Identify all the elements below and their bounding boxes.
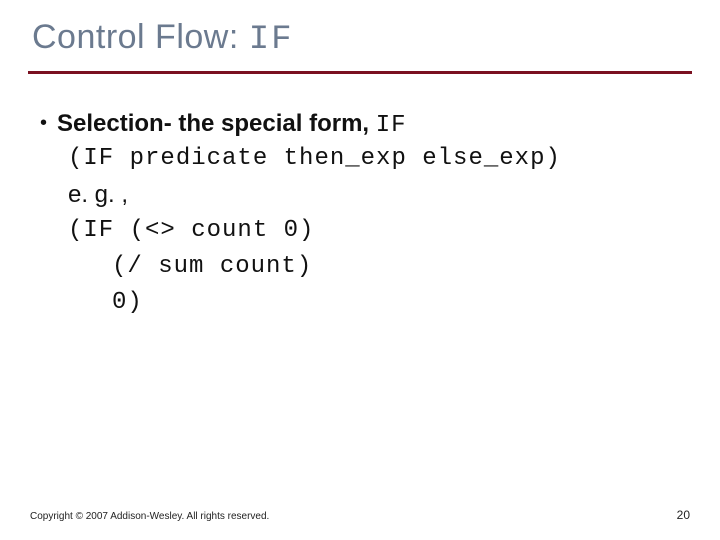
bullet-prefix: Selection- the special form, [57,110,376,137]
title-code: IF [249,21,294,59]
code-line: (/ sum count) [112,249,680,285]
title-area: Control Flow: IF [0,0,720,67]
copyright: Copyright © 2007 Addison-Wesley. All rig… [30,511,269,522]
code-line: 0) [112,285,680,321]
bullet-item: • Selection- the special form, IF [40,110,680,139]
slide: Control Flow: IF • Selection- the specia… [0,0,720,540]
page-number: 20 [677,508,690,522]
code-line: (IF predicate then_exp else_exp) [68,141,680,177]
eg-label: e. g. , [68,177,680,213]
slide-title: Control Flow: IF [32,18,688,59]
footer: Copyright © 2007 Addison-Wesley. All rig… [30,508,690,522]
bullet-code: IF [376,112,407,139]
code-line: (IF (<> count 0) [68,213,680,249]
bullet-text: Selection- the special form, IF [57,110,407,139]
title-prefix: Control Flow: [32,18,249,56]
body: • Selection- the special form, IF (IF pr… [0,74,720,321]
bullet-dot-icon: • [40,113,47,133]
